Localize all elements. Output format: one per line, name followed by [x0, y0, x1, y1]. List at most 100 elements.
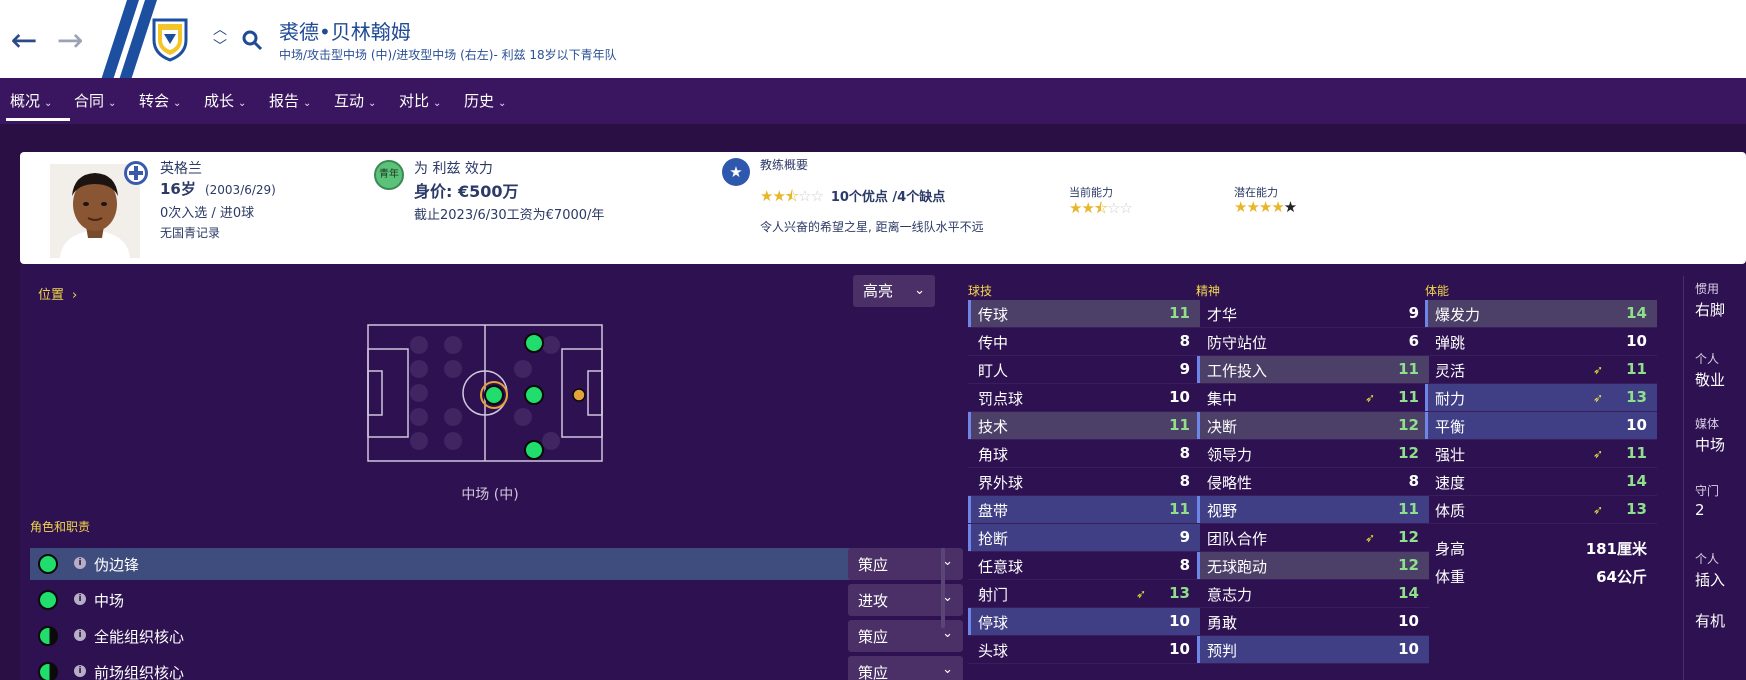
- attribute-row[interactable]: 速度 14: [1425, 468, 1657, 496]
- attribute-name: 抢断: [978, 530, 1009, 548]
- attribute-row[interactable]: 工作投入 11: [1197, 356, 1429, 384]
- info-icon[interactable]: i: [74, 593, 86, 605]
- attribute-row[interactable]: 意志力 14: [1197, 580, 1429, 608]
- attribute-name: 弹跳: [1435, 334, 1466, 352]
- info-icon[interactable]: i: [74, 557, 86, 569]
- search-icon[interactable]: [240, 28, 264, 52]
- pitch-diagram: [367, 324, 603, 462]
- back-arrow-icon[interactable]: ←: [6, 22, 42, 58]
- role-row[interactable]: i 伪边锋 策应 ⌄: [30, 548, 963, 580]
- attribute-row[interactable]: 领导力 12: [1197, 440, 1429, 468]
- england-flag-icon[interactable]: [123, 160, 149, 186]
- attribute-name: 速度: [1435, 474, 1466, 492]
- coach-summary-title: 教练概要: [760, 158, 809, 172]
- player-value: 身价: €500万: [414, 182, 519, 201]
- attribute-row[interactable]: 角球 8: [968, 440, 1200, 468]
- attribute-row[interactable]: 传球 11: [968, 300, 1200, 328]
- attribute-value: 9: [1408, 304, 1419, 322]
- trait-1: 插入: [1695, 571, 1726, 589]
- top-bar: ← → ︿ ﹀ 裘德•贝林翰姆 中场/攻击型中场 (中)/进攻型中场 (右左)- …: [0, 0, 1746, 78]
- nation-label[interactable]: 英格兰: [160, 158, 202, 178]
- international-caps: 0次入选 / 进0球: [160, 206, 255, 221]
- role-suitability-dot: [38, 590, 58, 610]
- tab-overview[interactable]: 概况 ⌄: [10, 90, 52, 111]
- attribute-value: 12: [1398, 416, 1419, 434]
- duty-dropdown[interactable]: 策应 ⌄: [848, 656, 963, 680]
- attribute-row[interactable]: 传中 8: [968, 328, 1200, 356]
- attribute-row[interactable]: 抢断 9: [968, 524, 1200, 552]
- attribute-row[interactable]: 罚点球 10: [968, 384, 1200, 412]
- attribute-name: 视野: [1207, 502, 1238, 520]
- attribute-row[interactable]: 防守站位 6: [1197, 328, 1429, 356]
- role-row[interactable]: i 全能组织核心 策应 ⌄: [30, 620, 963, 652]
- attribute-row[interactable]: 集中 ➶ 11: [1197, 384, 1429, 412]
- height-label: 身高: [1435, 540, 1466, 558]
- trend-arrow-icon: ➶: [1592, 391, 1603, 405]
- attribute-row[interactable]: 耐力 ➶ 13: [1425, 384, 1657, 412]
- coach-rating-line: ★★⯪☆☆ 10个优点 /4个缺点: [760, 186, 945, 211]
- highlight-dropdown[interactable]: 高亮 ⌄: [853, 275, 935, 307]
- attribute-row[interactable]: 勇敢 10: [1197, 608, 1429, 636]
- attribute-row[interactable]: 决断 12: [1197, 412, 1429, 440]
- info-icon[interactable]: i: [74, 629, 86, 641]
- attribute-value: 11: [1398, 500, 1419, 518]
- preferred-foot-label: 惯用: [1695, 282, 1720, 296]
- attribute-row[interactable]: 灵活 ➶ 11: [1425, 356, 1657, 384]
- tab-interaction[interactable]: 互动 ⌄: [334, 90, 376, 111]
- attribute-row[interactable]: 界外球 8: [968, 468, 1200, 496]
- attribute-row[interactable]: 爆发力 14: [1425, 300, 1657, 328]
- height-value: 181厘米: [1585, 540, 1647, 558]
- trend-arrow-icon: ➶: [1135, 587, 1146, 601]
- club-crest-icon[interactable]: [150, 16, 190, 62]
- tab-reports[interactable]: 报告 ⌄: [269, 90, 311, 111]
- attribute-row[interactable]: 强壮 ➶ 11: [1425, 440, 1657, 468]
- preferred-foot-value: 右脚: [1695, 301, 1726, 319]
- position-caption: 中场 (中): [461, 487, 519, 503]
- attribute-value: 12: [1398, 556, 1419, 574]
- attribute-value: 10: [1398, 640, 1419, 658]
- tab-compare[interactable]: 对比 ⌄: [399, 90, 441, 111]
- duty-dropdown[interactable]: 策应 ⌄: [848, 620, 963, 652]
- role-name: 前场组织核心: [94, 664, 185, 680]
- duty-dropdown[interactable]: 进攻 ⌄: [848, 584, 963, 616]
- tab-contract[interactable]: 合同 ⌄: [74, 90, 116, 111]
- attribute-row[interactable]: 侵略性 8: [1197, 468, 1429, 496]
- attribute-row[interactable]: 任意球 8: [968, 552, 1200, 580]
- attribute-name: 团队合作: [1207, 530, 1268, 548]
- position-header[interactable]: 位置 ›: [38, 284, 77, 303]
- attribute-value: 11: [1169, 416, 1190, 434]
- attribute-row[interactable]: 预判 10: [1197, 636, 1429, 664]
- updown-chevron-icon[interactable]: ︿ ﹀: [211, 22, 229, 58]
- tab-development[interactable]: 成长 ⌄: [204, 90, 246, 111]
- role-row[interactable]: i 前场组织核心 策应 ⌄: [30, 656, 963, 680]
- role-row[interactable]: i 中场 进攻 ⌄: [30, 584, 963, 616]
- attribute-row[interactable]: 弹跳 10: [1425, 328, 1657, 356]
- attribute-row[interactable]: 视野 11: [1197, 496, 1429, 524]
- attribute-value: 14: [1626, 304, 1647, 322]
- physical-header: 体能: [1425, 284, 1450, 298]
- tab-history[interactable]: 历史 ⌄: [464, 90, 506, 111]
- attribute-row[interactable]: 盘带 11: [968, 496, 1200, 524]
- attribute-row[interactable]: 盯人 9: [968, 356, 1200, 384]
- tab-transfer[interactable]: 转会 ⌄: [139, 90, 181, 111]
- info-icon[interactable]: i: [74, 665, 86, 677]
- forward-arrow-icon[interactable]: →: [52, 22, 88, 58]
- duty-dropdown[interactable]: 策应 ⌄: [848, 548, 963, 580]
- attribute-row[interactable]: 平衡 10: [1425, 412, 1657, 440]
- attribute-row[interactable]: 技术 11: [968, 412, 1200, 440]
- attribute-name: 无球跑动: [1207, 558, 1268, 576]
- attribute-row[interactable]: 才华 9: [1197, 300, 1429, 328]
- attribute-row[interactable]: 团队合作 ➶ 12: [1197, 524, 1429, 552]
- attribute-row[interactable]: 射门 ➶ 13: [968, 580, 1200, 608]
- plays-for[interactable]: 为 利兹 效力: [414, 158, 493, 178]
- age-value: 16岁: [160, 180, 196, 198]
- attribute-row[interactable]: 无球跑动 12: [1197, 552, 1429, 580]
- attribute-row[interactable]: 头球 10: [968, 636, 1200, 664]
- date-of-birth: (2003/6/29): [204, 183, 276, 197]
- attribute-row[interactable]: 停球 10: [968, 608, 1200, 636]
- star-badge-icon: ★: [722, 158, 750, 186]
- roles-scrollbar[interactable]: [941, 548, 945, 628]
- attribute-row[interactable]: 体质 ➶ 13: [1425, 496, 1657, 524]
- attribute-value: 13: [1626, 388, 1647, 406]
- player-summary-card: 英格兰 16岁 (2003/6/29) 0次入选 / 进0球 无国青记录 青年 …: [20, 152, 1746, 264]
